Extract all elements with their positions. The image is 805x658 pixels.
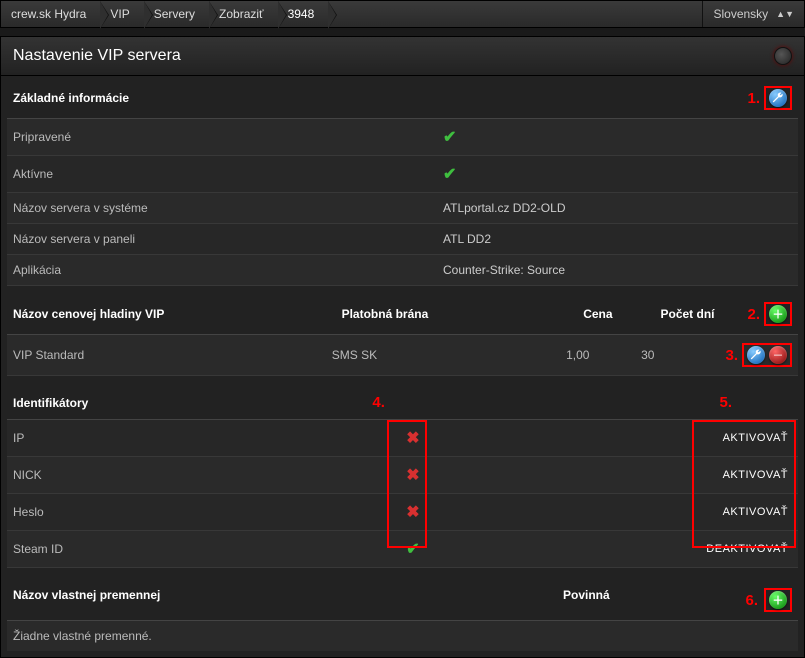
callout-5: 5.	[719, 394, 732, 411]
price-amount: 1,00	[566, 348, 641, 362]
page-title: Nastavenie VIP servera	[13, 47, 181, 65]
callout-box-5	[692, 420, 796, 548]
add-price-tier-button[interactable]: ＋	[769, 305, 787, 323]
price-row: VIP Standard SMS SK 1,00 30 3. －	[7, 335, 798, 376]
identifier-name: Steam ID	[13, 542, 393, 556]
identifier-name: IP	[13, 431, 393, 445]
identifier-name: Heslo	[13, 505, 393, 519]
info-row: Názov servera v paneli ATL DD2	[7, 224, 798, 255]
info-value: ATLportal.cz DD2-OLD	[443, 201, 792, 215]
custom-vars-empty: Žiadne vlastné premenné.	[7, 621, 798, 651]
price-days: 30	[641, 348, 725, 362]
custom-vars-header: Názov vlastnej premennej Povinná 6. ＋	[7, 580, 798, 621]
callout-6: 6.	[745, 592, 758, 609]
info-label: Aktívne	[13, 167, 443, 181]
breadcrumb: crew.sk Hydra VIP Servery Zobraziť 3948 …	[0, 0, 805, 28]
basic-info-header: Základné informácie 1.	[7, 78, 798, 119]
check-icon: ✔	[443, 166, 456, 183]
info-value: ATL DD2	[443, 232, 792, 246]
info-label: Aplikácia	[13, 263, 443, 277]
panel-title-bar: Nastavenie VIP servera	[0, 36, 805, 76]
identifier-name: NICK	[13, 468, 393, 482]
col-gate-header: Platobná brána	[342, 307, 584, 321]
breadcrumb-item[interactable]: crew.sk Hydra	[1, 1, 100, 27]
info-label: Názov servera v systéme	[13, 201, 443, 215]
identifiers-table: IP ✖ AKTIVOVAŤ NICK ✖ AKTIVOVAŤ Heslo ✖ …	[7, 420, 798, 568]
breadcrumb-item[interactable]: Servery	[144, 1, 209, 27]
wrench-icon	[749, 348, 763, 362]
info-row: Názov servera v systéme ATLportal.cz DD2…	[7, 193, 798, 224]
col-name-header: Názov cenovej hladiny VIP	[13, 307, 342, 321]
col-days-header: Počet dní	[661, 307, 748, 321]
callout-box-4	[387, 420, 427, 548]
pricing-header: Názov cenovej hladiny VIP Platobná brána…	[7, 294, 798, 335]
info-row: Pripravené ✔	[7, 119, 798, 156]
identifiers-header: Identifikátory 4. 5.	[7, 386, 798, 420]
identifiers-title: Identifikátory	[13, 396, 88, 410]
delete-price-button[interactable]: －	[769, 346, 787, 364]
info-value: Counter-Strike: Source	[443, 263, 792, 277]
info-row: Aplikácia Counter-Strike: Source	[7, 255, 798, 286]
info-row: Aktívne ✔	[7, 156, 798, 193]
language-label: Slovensky	[713, 7, 768, 21]
price-name: VIP Standard	[13, 348, 332, 362]
price-gateway: SMS SK	[332, 348, 566, 362]
basic-info-title: Základné informácie	[13, 91, 129, 105]
collapse-button[interactable]	[774, 47, 792, 65]
info-label: Pripravené	[13, 130, 443, 144]
breadcrumb-item[interactable]: Zobraziť	[209, 1, 278, 27]
edit-basic-info-button[interactable]	[769, 89, 787, 107]
callout-4: 4.	[372, 394, 385, 411]
language-selector[interactable]: Slovensky ▲▼	[702, 1, 804, 27]
info-label: Názov servera v paneli	[13, 232, 443, 246]
check-icon: ✔	[443, 129, 456, 146]
callout-2: 2.	[747, 306, 760, 323]
col-price-header: Cena	[583, 307, 660, 321]
callout-1: 1.	[747, 90, 760, 107]
edit-price-button[interactable]	[747, 346, 765, 364]
callout-3: 3.	[726, 347, 739, 364]
wrench-icon	[771, 91, 785, 105]
add-custom-var-button[interactable]: ＋	[769, 591, 787, 609]
dropdown-icon: ▲▼	[776, 11, 794, 17]
